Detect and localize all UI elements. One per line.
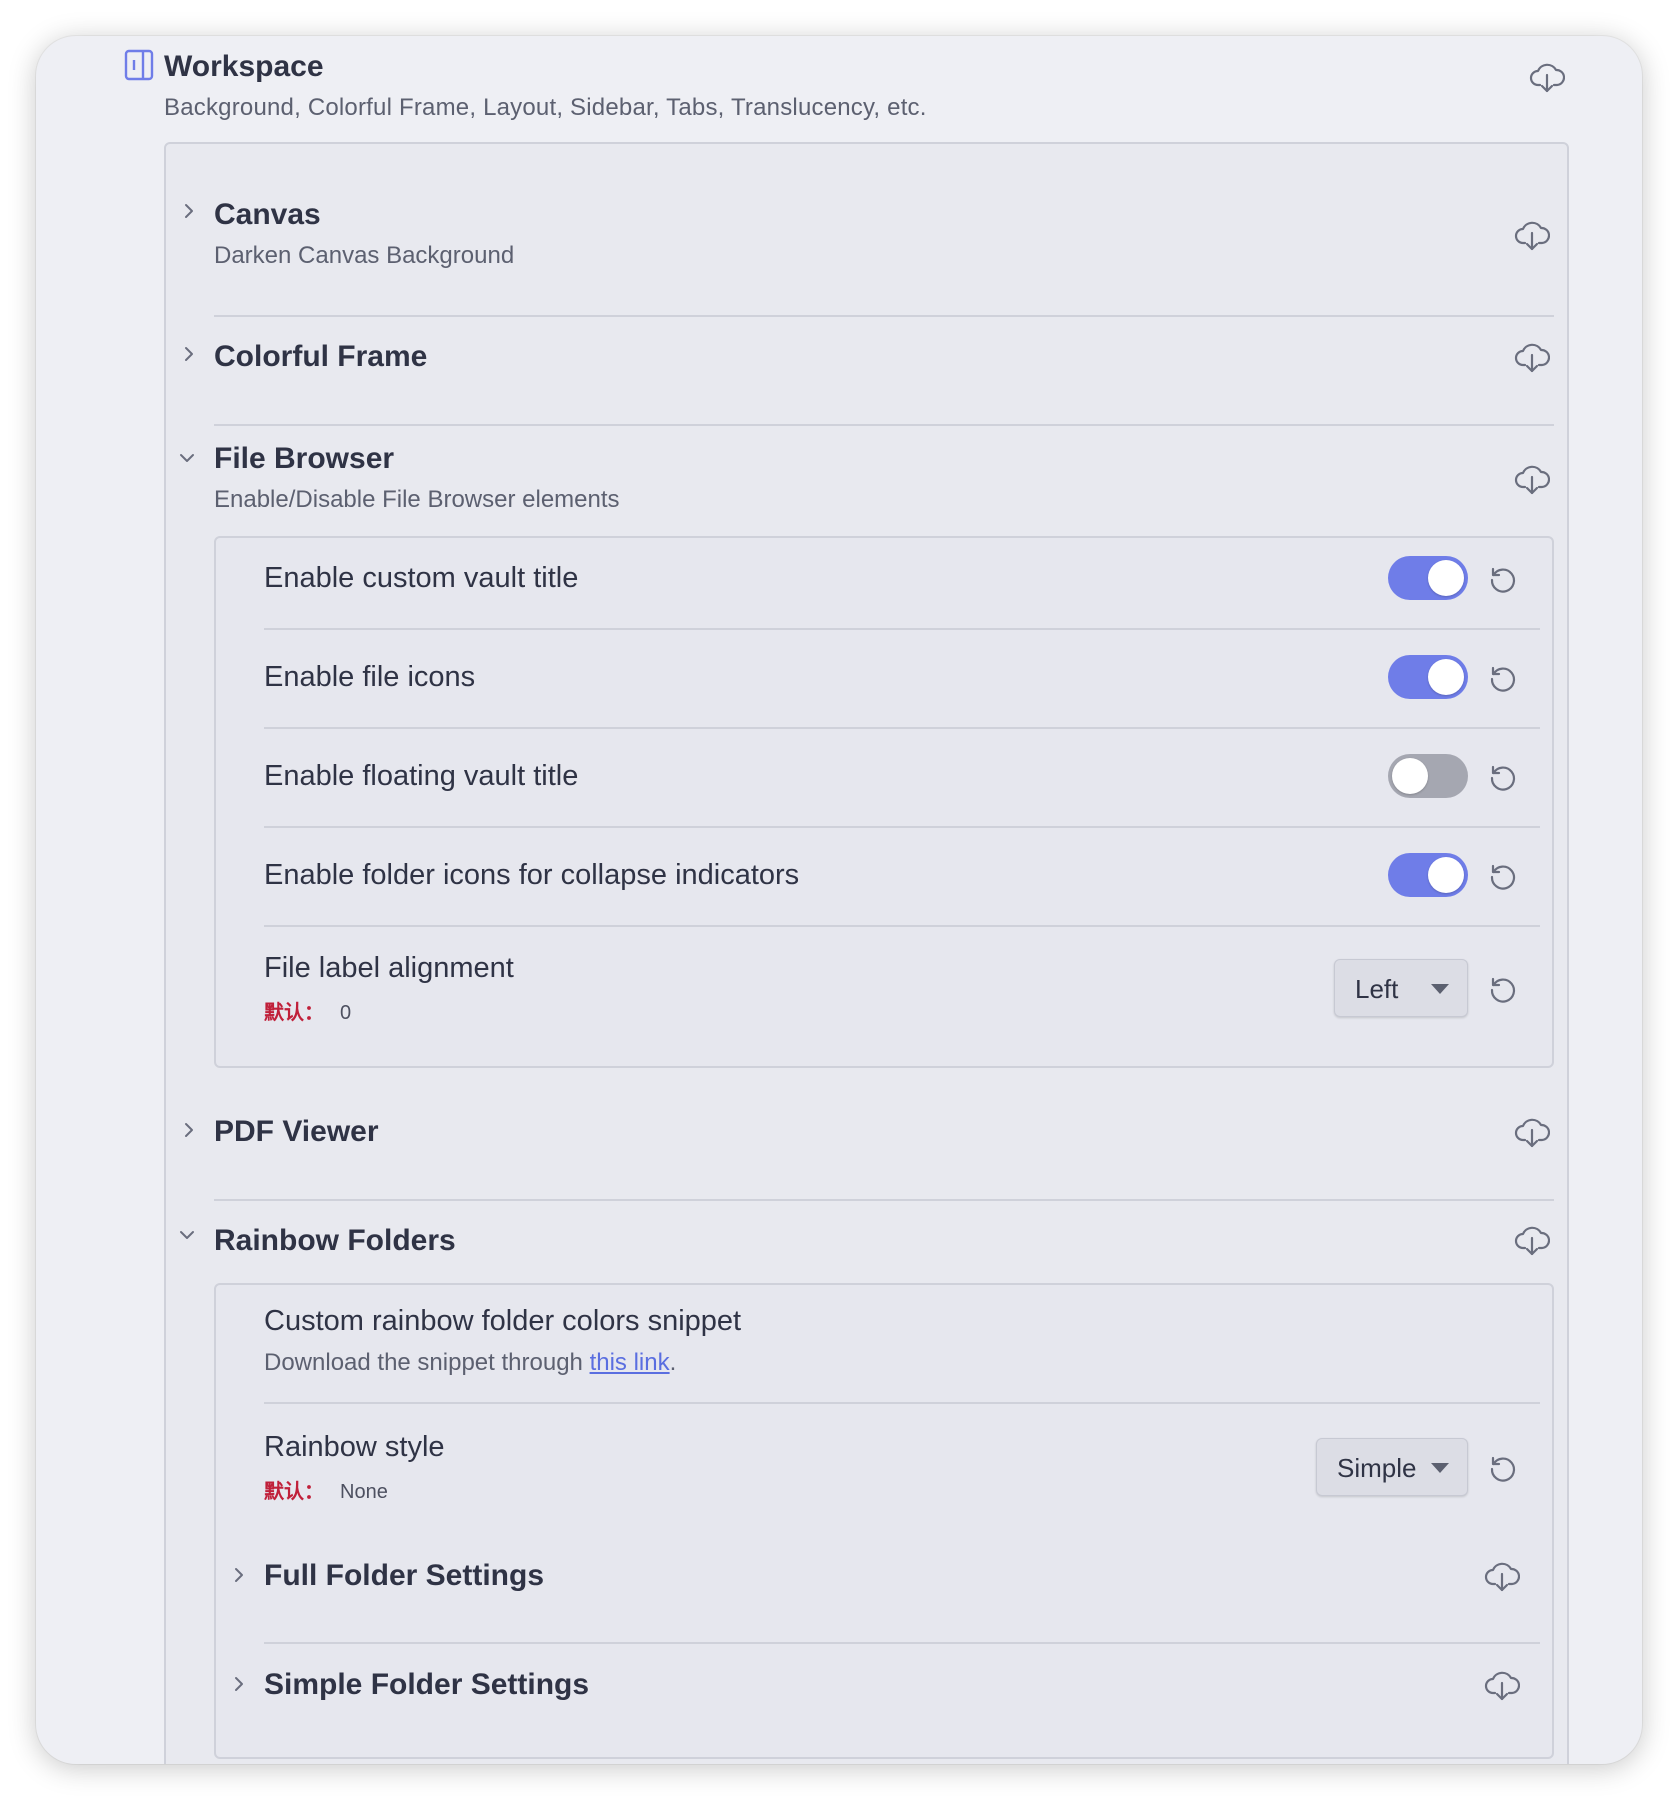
section-title-colorful-frame[interactable]: Colorful Frame xyxy=(214,340,427,374)
reset-icon[interactable] xyxy=(1486,561,1520,595)
download-icon[interactable] xyxy=(1529,60,1565,94)
divider xyxy=(264,1642,1540,1644)
default-value-line: 默认： None xyxy=(264,1475,388,1504)
section-desc-canvas: Darken Canvas Background xyxy=(214,242,515,269)
toggle-knob xyxy=(1428,857,1464,893)
reset-icon[interactable] xyxy=(1486,660,1520,694)
chevron-right-icon[interactable] xyxy=(180,345,198,363)
divider xyxy=(264,925,1540,927)
section-title-full-folder-settings[interactable]: Full Folder Settings xyxy=(264,1559,544,1593)
section-desc-file-browser: Enable/Disable File Browser elements xyxy=(214,486,620,513)
file-browser-settings-group: Enable custom vault title Enable file ic… xyxy=(214,536,1554,1068)
section-title-rainbow-folders[interactable]: Rainbow Folders xyxy=(214,1224,456,1258)
divider xyxy=(264,826,1540,828)
toggle-knob xyxy=(1428,659,1464,695)
default-key: 默认： xyxy=(264,1481,324,1503)
section-title-file-browser[interactable]: File Browser xyxy=(214,442,394,476)
chevron-right-icon[interactable] xyxy=(230,1566,248,1584)
dropdown-selected-value: Left xyxy=(1355,974,1399,1004)
setting-label-floating-vault-title: Enable floating vault title xyxy=(264,760,579,792)
toggle-knob xyxy=(1428,560,1464,596)
download-icon[interactable] xyxy=(1514,462,1550,496)
reset-icon[interactable] xyxy=(1486,971,1520,1005)
chevron-down-icon[interactable] xyxy=(178,449,196,467)
divider xyxy=(214,315,1554,317)
reset-icon[interactable] xyxy=(1486,759,1520,793)
chevron-right-icon[interactable] xyxy=(180,1121,198,1139)
snippet-desc-suffix: . xyxy=(669,1349,677,1376)
download-icon[interactable] xyxy=(1514,340,1550,374)
toggle-floating-vault-title[interactable] xyxy=(1388,754,1468,798)
download-icon[interactable] xyxy=(1514,1115,1550,1149)
setting-desc-rainbow-snippet: Download the snippet through this link. xyxy=(264,1349,676,1377)
toggle-knob xyxy=(1392,758,1428,794)
setting-label-file-icons: Enable file icons xyxy=(264,661,476,693)
toggle-custom-vault-title[interactable] xyxy=(1388,556,1468,600)
caret-down-icon xyxy=(1431,984,1449,994)
download-icon[interactable] xyxy=(1514,218,1550,252)
sidebar-panel-icon xyxy=(124,49,154,81)
workspace-settings-group: Canvas Darken Canvas Background Colorful… xyxy=(164,142,1569,1764)
setting-label-file-label-alignment: File label alignment xyxy=(264,952,514,984)
default-value: None xyxy=(340,1481,388,1503)
workspace-description: Background, Colorful Frame, Layout, Side… xyxy=(164,94,927,121)
setting-label-custom-vault-title: Enable custom vault title xyxy=(264,562,579,594)
workspace-title: Workspace xyxy=(164,50,324,83)
section-title-simple-folder-settings[interactable]: Simple Folder Settings xyxy=(264,1668,589,1702)
divider xyxy=(264,628,1540,630)
file-label-alignment-dropdown[interactable]: Left xyxy=(1334,959,1468,1017)
snippet-desc-text: Download the snippet through xyxy=(264,1349,590,1376)
chevron-down-icon[interactable] xyxy=(178,1226,196,1244)
rainbow-style-dropdown[interactable]: Simple xyxy=(1316,1438,1468,1496)
section-title-pdf-viewer[interactable]: PDF Viewer xyxy=(214,1115,379,1149)
default-value-line: 默认： 0 xyxy=(264,996,351,1025)
reset-icon[interactable] xyxy=(1486,1450,1520,1484)
default-value: 0 xyxy=(340,1002,352,1024)
divider xyxy=(214,424,1554,426)
chevron-right-icon[interactable] xyxy=(180,202,198,220)
download-icon[interactable] xyxy=(1484,1559,1520,1593)
divider xyxy=(264,1402,1540,1404)
dropdown-selected-value: Simple xyxy=(1337,1453,1417,1483)
download-icon[interactable] xyxy=(1484,1668,1520,1702)
divider xyxy=(264,727,1540,729)
setting-label-rainbow-style: Rainbow style xyxy=(264,1431,445,1463)
chevron-right-icon[interactable] xyxy=(230,1675,248,1693)
settings-window: Workspace Background, Colorful Frame, La… xyxy=(36,36,1642,1764)
setting-label-folder-icons: Enable folder icons for collapse indicat… xyxy=(264,859,800,891)
rainbow-folders-settings-group: Custom rainbow folder colors snippet Dow… xyxy=(214,1283,1554,1759)
section-title-canvas[interactable]: Canvas xyxy=(214,198,321,232)
download-icon[interactable] xyxy=(1514,1223,1550,1257)
reset-icon[interactable] xyxy=(1486,858,1520,892)
setting-label-rainbow-snippet: Custom rainbow folder colors snippet xyxy=(264,1305,742,1337)
toggle-file-icons[interactable] xyxy=(1388,655,1468,699)
default-key: 默认： xyxy=(264,1002,324,1024)
snippet-link[interactable]: this link xyxy=(590,1349,670,1376)
toggle-folder-icons[interactable] xyxy=(1388,853,1468,897)
divider xyxy=(214,1199,1554,1201)
caret-down-icon xyxy=(1431,1463,1449,1473)
